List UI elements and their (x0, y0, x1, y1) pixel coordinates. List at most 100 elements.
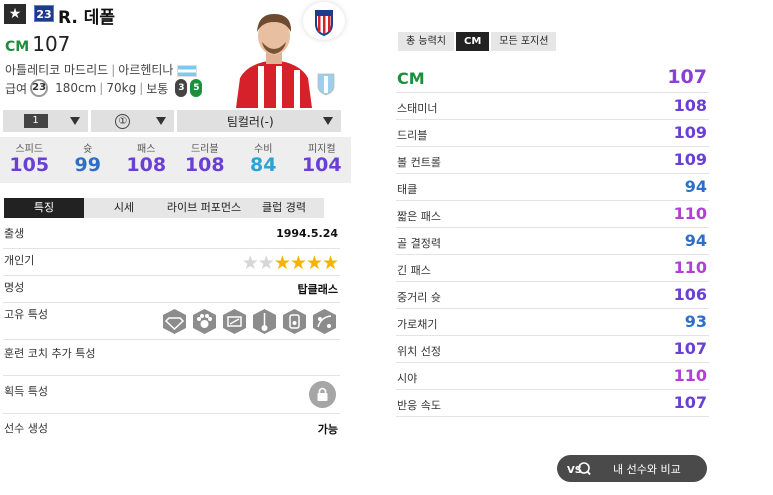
summary-stat-value: 104 (301, 154, 342, 176)
star-empty-icon: ★ (241, 252, 259, 274)
coach-traits-label: 훈련 코치 추가 특성 (4, 347, 96, 360)
info-tab[interactable]: 시세 (84, 198, 164, 218)
acquired-traits-label: 획득 특성 (4, 385, 48, 398)
stat-row: 볼 컨트롤 109 (396, 147, 709, 174)
skill-moves-row: 개인기 ★★★★★★ (3, 249, 340, 276)
stat-name: 긴 패스 (397, 264, 431, 277)
player-generation-row: 선수 생성 가능 (3, 414, 340, 440)
player-info-panel: ★ 23 R. 데폴 CM 107 아틀레티코 마드리드 | 아르헨티나 급여 23 … (0, 0, 351, 436)
summary-stat-label: 스피드 (15, 144, 44, 155)
star-icon[interactable]: ★ (4, 4, 26, 24)
nation-name: 아르헨티나 (118, 63, 174, 77)
summary-stat-label: 드리블 (190, 144, 219, 155)
summary-stat-label: 슛 (83, 144, 93, 155)
stat-value: 109 (673, 123, 707, 142)
birth-row: 출생 1994.5.24 (3, 222, 340, 249)
stat-view-tab[interactable]: 총 능력치 (398, 32, 454, 51)
stat-name: 스태미너 (397, 102, 438, 115)
argentina-flag-icon (177, 64, 198, 77)
stat-value: 106 (673, 285, 707, 304)
paw-trait-icon[interactable] (191, 308, 218, 335)
acquired-traits-row: 획득 특성 (3, 376, 340, 414)
club-nation-line: 아틀레티코 마드리드 | 아르헨티나 (5, 61, 198, 78)
stat-name: 드리블 (397, 129, 428, 142)
chevron-down-icon (70, 117, 81, 125)
birth-value: 1994.5.24 (276, 227, 338, 240)
stat-value: 107 (673, 339, 707, 358)
stat-name: CM (397, 69, 425, 88)
stat-row: 중거리 슛 106 (396, 282, 709, 309)
stat-row: 시야 110 (396, 363, 709, 390)
stat-row: 위치 선정 107 (396, 336, 709, 363)
lock-icon (309, 381, 336, 408)
stat-value: 107 (667, 66, 707, 88)
position-overall-row: CM 107 (396, 65, 709, 93)
generation-label: 선수 생성 (4, 422, 48, 435)
stat-row: 가로채기 93 (396, 309, 709, 336)
summary-stat-value: 105 (9, 154, 50, 176)
info-tab[interactable]: 클럽 경력 (244, 198, 324, 218)
stat-row: 골 결정력 94 (396, 228, 709, 255)
skill-stars: ★★★★★★ (241, 252, 339, 274)
enhance-level-value: 1 (23, 114, 48, 128)
enhance-level-select[interactable]: 1 (3, 110, 89, 132)
team-player-trait-icon[interactable] (311, 308, 338, 335)
upgrade-level-bar: 1 ① 팀컬러(-) (3, 110, 341, 132)
team-color-select[interactable]: 팀컬러(-) (177, 110, 341, 132)
info-tab[interactable]: 라이브 퍼포먼스 (164, 198, 244, 218)
right-foot-badge: 5 (190, 79, 203, 97)
star-empty-icon: ★ (257, 252, 275, 274)
summary-stat-label: 패스 (137, 144, 156, 155)
summary-stat: 스피드 105 (0, 137, 59, 183)
stat-value: 107 (673, 393, 707, 412)
star-filled-icon: ★ (289, 252, 307, 274)
national-team-crest-icon (317, 73, 335, 96)
coach-traits-row: 훈련 코치 추가 특성 (3, 340, 340, 376)
star-filled-icon: ★ (321, 252, 339, 274)
compare-with-my-player-button[interactable]: VS 내 선수와 비교 (557, 455, 707, 482)
club-name: 아틀레티코 마드리드 (5, 63, 109, 77)
info-tab[interactable]: 특징 (4, 198, 84, 218)
stat-view-tab[interactable]: CM (455, 32, 490, 51)
summary-stats: 스피드 105 슛 99 패스 108 드리블 108 수비 84 피지컬 104 (0, 137, 351, 183)
playmaker-trait-icon[interactable] (221, 308, 248, 335)
summary-stat-label: 수비 (254, 144, 273, 155)
body-type: 보통 (146, 81, 169, 96)
chevron-down-icon (323, 117, 333, 125)
diamond-trait-icon[interactable] (161, 308, 188, 335)
summary-stat-value: 84 (250, 154, 277, 176)
reputation-row: 명성 탑클래스 (3, 276, 340, 303)
summary-stat: 패스 108 (117, 137, 176, 183)
stat-name: 볼 컨트롤 (397, 156, 441, 169)
stat-name: 태클 (397, 183, 418, 196)
club-crest-icon[interactable] (303, 2, 345, 40)
stat-row: 드리블 109 (396, 120, 709, 147)
generation-value: 가능 (317, 423, 338, 436)
height-value: 180cm (55, 81, 97, 95)
traits-label: 고유 특성 (4, 308, 48, 321)
vs-search-icon: VS (567, 461, 591, 476)
stat-value: 109 (673, 150, 707, 169)
reputation-label: 명성 (4, 281, 25, 294)
detail-stats-list: CM 107 스태미너 108 드리블 109 볼 컨트롤 109 태클 94 짧은 패스… (396, 65, 709, 417)
salary-label: 급여 (5, 81, 28, 96)
power-header-trait-icon[interactable] (281, 308, 308, 335)
stat-value: 94 (684, 231, 707, 250)
long-shot-trait-icon[interactable] (251, 308, 278, 335)
summary-stat: 피지컬 104 (293, 137, 352, 183)
stat-name: 중거리 슛 (397, 291, 441, 304)
team-color-level-select[interactable]: ① (91, 110, 175, 132)
player-card-header: ★ 23 R. 데폴 CM 107 아틀레티코 마드리드 | 아르헨티나 급여 23 … (0, 0, 351, 108)
reputation-value: 탑클래스 (297, 283, 338, 296)
stat-value: 108 (673, 96, 707, 115)
team-color-level-value: ① (115, 113, 131, 129)
compare-button-label: 내 선수와 비교 (613, 462, 681, 476)
stat-value: 110 (673, 258, 707, 277)
player-body-info: 급여 23 180cm | 70kg | 보통 35 (5, 79, 203, 97)
team-color-value: 팀컬러(-) (226, 114, 274, 129)
summary-stat-value: 108 (126, 154, 167, 176)
stat-name: 시야 (397, 372, 418, 385)
stat-view-tab[interactable]: 모든 포지션 (491, 32, 557, 51)
summary-stat-value: 108 (184, 154, 225, 176)
position-overall: CM 107 (5, 32, 70, 56)
